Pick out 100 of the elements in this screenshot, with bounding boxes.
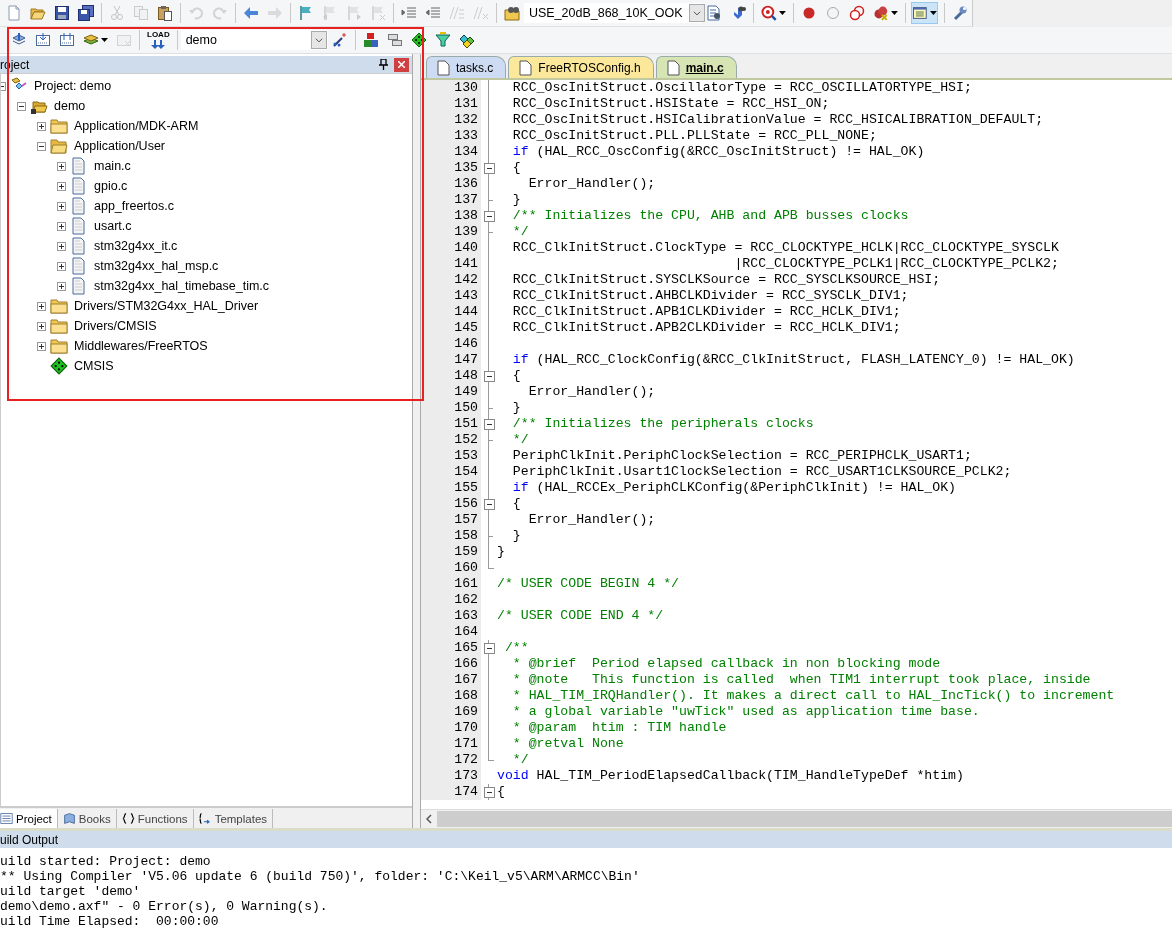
line-number: 146 — [421, 336, 481, 352]
line-number: 156 — [421, 496, 481, 512]
target-combo[interactable]: USE_20dB_868_10K_OOK — [523, 3, 703, 23]
tree-item[interactable]: CMSIS — [74, 359, 114, 373]
line-number: 168 — [421, 688, 481, 704]
line-number: 141 — [421, 256, 481, 272]
tree-item[interactable]: Application/User — [74, 139, 165, 153]
expand-icon[interactable] — [57, 181, 66, 191]
project-tab-icon — [0, 812, 13, 825]
file-icon — [70, 157, 88, 175]
tree-item[interactable]: gpio.c — [94, 179, 128, 193]
expand-icon[interactable] — [57, 261, 66, 271]
code-line: void HAL_TIM_PeriodElapsedCallback(TIM_HandleTypeDef *htim) — [497, 768, 964, 784]
expand-icon[interactable] — [37, 301, 46, 311]
document-search-icon — [706, 5, 723, 21]
tree-item[interactable]: Middlewares/FreeRTOS — [74, 339, 208, 353]
code-line: */ — [511, 224, 529, 240]
toolbar-button[interactable]: LOAD — [146, 29, 171, 51]
line-number: 142 — [421, 272, 481, 288]
code-line: { — [511, 368, 521, 384]
line-number: 133 — [421, 128, 481, 144]
expand-icon[interactable] — [37, 341, 46, 351]
line-number: 149 — [421, 384, 481, 400]
folder-icon — [50, 318, 68, 334]
flag-back-icon — [321, 5, 338, 21]
output-line: uild started: Project: demo — [0, 854, 212, 869]
comment-icon — [448, 5, 465, 21]
collapse-icon[interactable] — [17, 101, 26, 111]
expand-icon[interactable] — [57, 161, 66, 171]
copy-icon — [133, 5, 149, 21]
code-line: /* USER CODE BEGIN 4 */ — [497, 576, 680, 592]
line-number: 139 — [421, 224, 481, 240]
tree-item[interactable]: stm32g4xx_it.c — [94, 239, 178, 253]
expand-icon[interactable] — [57, 221, 66, 231]
close-button[interactable] — [394, 57, 409, 72]
code-line: if (HAL_RCC_OscConfig(&RCC_OscInitStruct) != HAL_OK) — [511, 144, 925, 160]
flag-forward-icon — [345, 5, 362, 21]
tree-item[interactable]: Project: demo — [34, 79, 112, 93]
circles-icon — [848, 5, 865, 21]
outdent-icon — [424, 5, 441, 21]
collapse-icon[interactable] — [483, 642, 495, 654]
collapse-icon[interactable] — [483, 210, 495, 222]
line-number: 148 — [421, 368, 481, 384]
collapse-icon[interactable] — [37, 141, 46, 151]
collapse-icon[interactable] — [483, 370, 495, 382]
code-line: * HAL_TIM_IRQHandler(). It makes a direct call to HAL_IncTick() to increment — [511, 688, 1115, 704]
tree-item[interactable]: demo — [54, 99, 86, 113]
rebuild-icon — [59, 32, 75, 48]
pin-icon[interactable] — [379, 59, 388, 70]
line-number: 136 — [421, 176, 481, 192]
file-icon — [70, 177, 88, 195]
tree-item[interactable]: Drivers/CMSIS — [74, 319, 157, 333]
code-line: * a global variable "uwTick" used as application time base. — [511, 704, 980, 720]
wand-icon — [331, 32, 348, 48]
collapse-icon[interactable] — [483, 418, 495, 430]
editor-tab[interactable]: main.c — [655, 56, 737, 78]
file-icon — [70, 237, 88, 255]
funnel-icon — [434, 32, 451, 48]
folder-icon — [50, 338, 68, 354]
horizontal-scrollbar[interactable] — [421, 809, 1172, 828]
toolbar-button[interactable] — [911, 2, 939, 24]
tree-item[interactable]: stm32g4xx_hal_timebase_tim.c — [94, 279, 270, 293]
open-folder-icon — [30, 5, 46, 21]
line-number: 151 — [421, 416, 481, 432]
line-number: 160 — [421, 560, 481, 576]
expand-icon[interactable] — [37, 121, 46, 131]
panel-tab[interactable]: Project — [0, 809, 58, 828]
editor-tab[interactable]: FreeRTOSConfig.h — [508, 56, 654, 78]
collapse-icon[interactable] — [483, 498, 495, 510]
paste-icon — [157, 5, 173, 21]
file-icon — [70, 277, 88, 295]
file-icon — [70, 197, 88, 215]
target-combo[interactable]: demo — [180, 30, 328, 50]
collapse-icon[interactable] — [483, 162, 495, 174]
expand-icon[interactable] — [57, 241, 66, 251]
open-folder-icon — [50, 138, 68, 154]
tree-item[interactable]: usart.c — [94, 219, 132, 233]
tree-item[interactable]: stm32g4xx_hal_msp.c — [94, 259, 219, 273]
template-icon — [198, 812, 212, 825]
code-line: RCC_ClkInitStruct.APB2CLKDivider = RCC_HCLK_DIV1; — [511, 320, 901, 336]
toolbar-button[interactable] — [77, 2, 95, 24]
tree-item[interactable]: app_freertos.c — [94, 199, 174, 213]
tree-item[interactable]: main.c — [94, 159, 131, 173]
caret-icon — [779, 11, 786, 15]
line-number: 172 — [421, 752, 481, 768]
code-line: RCC_ClkInitStruct.ClockType = RCC_CLOCKTYPE_HCLK|RCC_CLOCKTYPE_SYSCLK — [511, 240, 1059, 256]
editor-tab[interactable]: tasks.c — [426, 56, 507, 78]
line-number: 174 — [421, 784, 481, 800]
expand-icon[interactable] — [57, 281, 66, 291]
line-number: 163 — [421, 608, 481, 624]
line-number: 162 — [421, 592, 481, 608]
tree-item[interactable]: Application/MDK-ARM — [74, 119, 199, 133]
caret-icon — [930, 11, 938, 15]
expand-icon[interactable] — [57, 201, 66, 211]
tree-item[interactable]: Drivers/STM32G4xx_HAL_Driver — [74, 299, 259, 313]
collapse-icon[interactable] — [483, 786, 495, 798]
folder-icon — [50, 118, 68, 134]
expand-icon[interactable] — [37, 321, 46, 331]
panel-title: uild Output — [0, 832, 59, 847]
code-line: RCC_ClkInitStruct.AHBCLKDivider = RCC_SYSCLK_DIV1; — [511, 288, 909, 304]
